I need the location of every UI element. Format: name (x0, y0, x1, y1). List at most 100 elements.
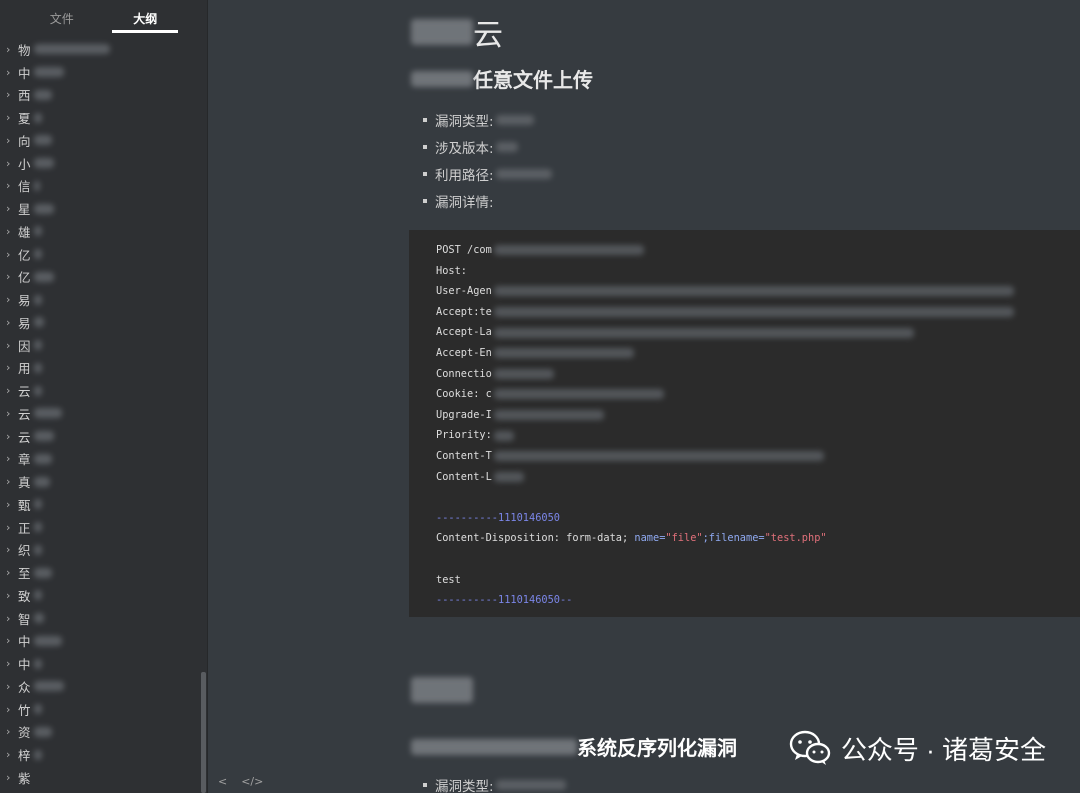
redacted-text (411, 70, 473, 87)
chevron-right-icon[interactable]: › (6, 384, 18, 397)
redacted-text (34, 67, 64, 78)
chevron-right-icon[interactable]: › (6, 293, 18, 306)
chevron-right-icon[interactable]: › (6, 771, 18, 784)
redacted-text (34, 590, 42, 601)
outline-item[interactable]: › 梓 (0, 743, 207, 766)
chevron-right-icon[interactable]: › (6, 475, 18, 488)
redacted-text (34, 499, 42, 510)
outline-item[interactable]: › 西 (0, 84, 207, 107)
sidebar-scrollbar[interactable] (201, 672, 206, 793)
redacted-text (34, 135, 52, 146)
chevron-right-icon[interactable]: › (6, 657, 18, 670)
code-line: Priority: (436, 425, 1080, 446)
outline-item[interactable]: › 易 (0, 311, 207, 334)
redacted-text (34, 317, 44, 328)
outline-item[interactable]: › 云 (0, 402, 207, 425)
chevron-right-icon[interactable]: › (6, 248, 18, 261)
outline-item[interactable]: › 用 (0, 357, 207, 380)
chevron-right-icon[interactable]: › (6, 634, 18, 647)
outline-item[interactable]: › 云 (0, 379, 207, 402)
chevron-right-icon[interactable]: › (6, 748, 18, 761)
chevron-right-icon[interactable]: › (6, 612, 18, 625)
redacted-text (493, 471, 524, 482)
code-line: Content-Disposition: form-data; name= "fi… (436, 532, 827, 545)
outline-item[interactable]: › 智 (0, 607, 207, 630)
code-line: Accept-La (436, 322, 1080, 343)
redacted-text (493, 348, 634, 359)
redacted-text (493, 368, 554, 379)
outline-item[interactable]: › 竹 (0, 698, 207, 721)
outline-item[interactable]: › 紫 (0, 766, 207, 789)
outline-item[interactable]: › 小 (0, 152, 207, 175)
chevron-right-icon[interactable]: › (6, 543, 18, 556)
outline-item[interactable]: › 真 (0, 470, 207, 493)
outline-item[interactable]: › 亿 (0, 243, 207, 266)
outline-item[interactable]: › 众 (0, 675, 207, 698)
outline-item[interactable]: › 中 (0, 61, 207, 84)
chevron-right-icon[interactable]: › (6, 430, 18, 443)
redacted-text (493, 430, 514, 441)
chevron-right-icon[interactable]: › (6, 225, 18, 238)
chevron-right-icon[interactable]: › (6, 498, 18, 511)
chevron-right-icon[interactable]: › (6, 316, 18, 329)
chevron-right-icon[interactable]: › (6, 134, 18, 147)
redacted-text (34, 704, 42, 715)
tab-outline[interactable]: 大纲 (112, 0, 179, 33)
wechat-icon (789, 730, 831, 765)
chevron-right-icon[interactable]: › (6, 452, 18, 465)
chevron-right-icon[interactable]: › (6, 521, 18, 534)
redacted-text (34, 89, 52, 100)
chevron-right-icon[interactable]: › (6, 339, 18, 352)
chevron-right-icon[interactable]: › (6, 157, 18, 170)
chevron-right-icon[interactable]: › (6, 589, 18, 602)
chevron-right-icon[interactable]: › (6, 361, 18, 374)
chevron-right-icon[interactable]: › (6, 43, 18, 56)
outline-item[interactable]: › 中 (0, 630, 207, 653)
tab-files[interactable]: 文件 (29, 0, 95, 34)
outline-item[interactable]: › 资 (0, 721, 207, 744)
chevron-right-icon[interactable]: › (6, 179, 18, 192)
redacted-text (34, 726, 52, 737)
vuln-info-list: 漏洞类型: 涉及版本: 利用路径: 漏洞详情: (423, 106, 552, 214)
outline-item[interactable]: › 织 (0, 539, 207, 562)
heading-2-next-text: 系统反序列化漏洞 (577, 736, 737, 760)
list-item: 漏洞类型: (423, 106, 552, 133)
chevron-right-icon[interactable]: › (6, 566, 18, 579)
chevron-right-icon[interactable]: › (6, 680, 18, 693)
chevron-right-icon[interactable]: › (6, 703, 18, 716)
chevron-right-icon[interactable]: › (6, 202, 18, 215)
redacted-text (34, 249, 42, 260)
outline-item[interactable]: › 易 (0, 288, 207, 311)
chevron-right-icon[interactable]: › (6, 725, 18, 738)
outline-item[interactable]: › 甄 (0, 493, 207, 516)
redacted-text (34, 340, 42, 351)
outline-item[interactable]: › 正 (0, 516, 207, 539)
outline-item[interactable]: › 星 (0, 197, 207, 220)
redacted-text (34, 749, 42, 760)
outline-item[interactable]: › 至 (0, 561, 207, 584)
outline-item[interactable]: › 因 (0, 334, 207, 357)
sidebar-tabs: 文件 大纲 (0, 0, 207, 34)
redacted-text (34, 658, 42, 669)
chevron-right-icon[interactable]: › (6, 270, 18, 283)
chevron-right-icon[interactable]: › (6, 111, 18, 124)
redacted-text (34, 635, 62, 646)
outline-item[interactable]: › 物 (0, 38, 207, 61)
outline-item[interactable]: › 信 (0, 175, 207, 198)
outline-item[interactable]: › 章 (0, 448, 207, 471)
watermark-text: 公众号 · 诸葛安全 (840, 734, 1046, 765)
outline-item[interactable]: › 中 (0, 652, 207, 675)
outline-item[interactable]: › 亿 (0, 266, 207, 289)
outline-item[interactable]: › 云 (0, 425, 207, 448)
code-block[interactable]: POST /com Host: User-Agen Accept:te Accept-L… (409, 230, 1080, 617)
outline-item[interactable]: › 雄 (0, 220, 207, 243)
redacted-text (34, 431, 54, 442)
outline-item[interactable]: › 夏 (0, 106, 207, 129)
outline-item[interactable]: › 致 (0, 584, 207, 607)
chevron-right-icon[interactable]: › (6, 88, 18, 101)
editor-content: 云 任意文件上传 漏洞类型: 涉及版本: 利用路径: 漏洞详情: POST /c… (209, 0, 1080, 793)
chevron-right-icon[interactable]: › (6, 66, 18, 79)
outline-item[interactable]: › 向 (0, 129, 207, 152)
chevron-right-icon[interactable]: › (6, 407, 18, 420)
code-line: Accept-En (436, 343, 1080, 364)
